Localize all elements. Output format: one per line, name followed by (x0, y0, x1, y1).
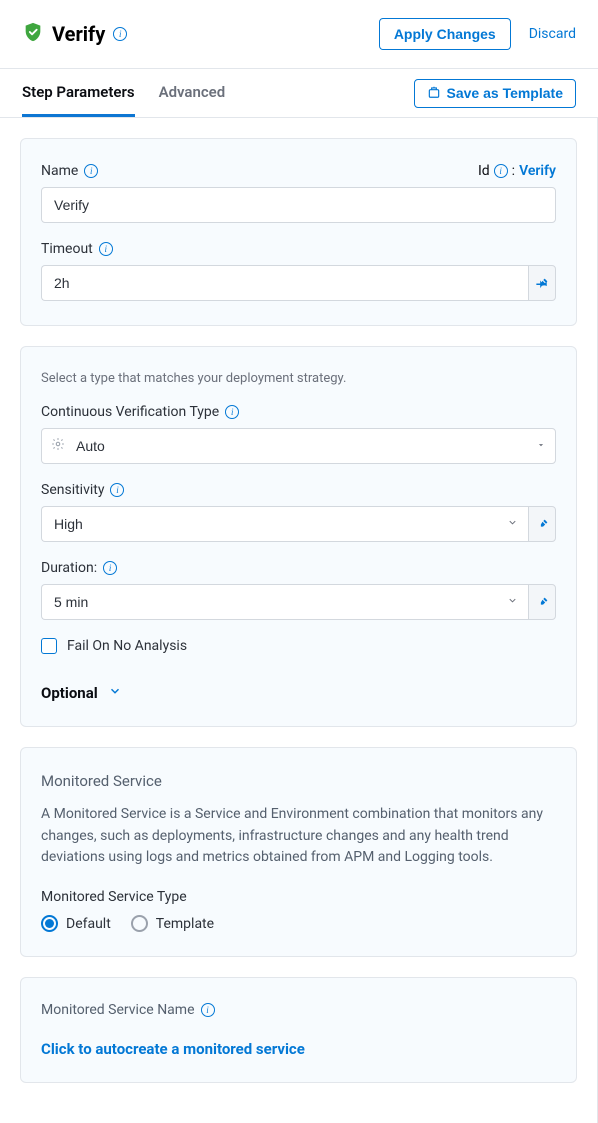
card-monitored-service-name: Monitored Service Name i Click to autocr… (20, 977, 577, 1083)
radio-default-label: Default (66, 916, 111, 932)
timeout-info-icon[interactable]: i (99, 242, 113, 256)
cvtype-label-text: Continuous Verification Type (41, 404, 219, 420)
tab-step-parameters[interactable]: Step Parameters (22, 69, 135, 117)
timeout-input[interactable] (41, 265, 528, 301)
timeout-pin-button[interactable] (528, 265, 556, 301)
gear-icon (51, 437, 65, 455)
cvtype-value[interactable] (41, 428, 556, 464)
id-label-text: Id (478, 163, 490, 179)
card-verification: Select a type that matches your deployme… (20, 346, 577, 727)
save-as-template-button[interactable]: Save as Template (414, 79, 576, 108)
fail-on-no-analysis-label: Fail On No Analysis (67, 638, 187, 654)
id-block: Id i : Verify (478, 163, 556, 179)
sensitivity-select[interactable] (41, 506, 528, 542)
name-label-text: Name (41, 163, 78, 179)
tabs-row: Step Parameters Advanced Save as Templat… (0, 69, 598, 118)
sensitivity-info-icon[interactable]: i (110, 483, 124, 497)
apply-changes-button[interactable]: Apply Changes (379, 18, 511, 50)
sensitivity-label: Sensitivity i (41, 482, 556, 498)
id-separator: : (512, 163, 515, 179)
monitored-service-heading: Monitored Service (41, 772, 556, 790)
name-input[interactable] (41, 187, 556, 223)
title-info-icon[interactable]: i (113, 27, 127, 41)
optional-toggle[interactable]: Optional (41, 684, 556, 702)
timeout-label-text: Timeout (41, 241, 93, 257)
monitored-service-name-info-icon[interactable]: i (201, 1003, 215, 1017)
radio-default[interactable]: Default (41, 915, 111, 932)
fail-on-no-analysis-row: Fail On No Analysis (41, 638, 556, 654)
name-label: Name i (41, 163, 98, 179)
header-left: Verify i (22, 21, 127, 47)
tab-advanced[interactable]: Advanced (159, 69, 226, 117)
sensitivity-label-text: Sensitivity (41, 482, 104, 498)
name-info-icon[interactable]: i (84, 164, 98, 178)
discard-link[interactable]: Discard (529, 26, 576, 42)
sensitivity-pin-button[interactable] (528, 506, 556, 542)
content-area: Name i Id i : Verify Timeout i (0, 118, 598, 1123)
monitored-service-name-label: Monitored Service Name i (41, 1002, 556, 1018)
id-info-icon[interactable]: i (494, 164, 508, 178)
verification-hint: Select a type that matches your deployme… (41, 371, 556, 386)
radio-template-label: Template (156, 916, 214, 932)
autocreate-monitored-service-link[interactable]: Click to autocreate a monitored service (41, 1040, 305, 1058)
card-basic: Name i Id i : Verify Timeout i (20, 138, 577, 326)
tabs: Step Parameters Advanced (22, 69, 225, 117)
chevron-down-icon (108, 684, 122, 702)
duration-label: Duration: i (41, 560, 556, 576)
save-as-template-label: Save as Template (447, 85, 563, 101)
monitored-service-type-label: Monitored Service Type (41, 889, 556, 905)
header-actions: Apply Changes Discard (379, 18, 576, 50)
radio-template[interactable]: Template (131, 915, 214, 932)
optional-label: Optional (41, 684, 98, 702)
verify-shield-icon (22, 21, 44, 47)
cvtype-info-icon[interactable]: i (225, 405, 239, 419)
template-icon (427, 85, 441, 102)
monitored-service-desc: A Monitored Service is a Service and Env… (41, 804, 556, 869)
duration-select[interactable] (41, 584, 528, 620)
card-monitored-service: Monitored Service A Monitored Service is… (20, 747, 577, 957)
duration-label-text: Duration: (41, 560, 97, 576)
duration-info-icon[interactable]: i (103, 561, 117, 575)
timeout-label: Timeout i (41, 241, 556, 257)
fail-on-no-analysis-checkbox[interactable] (41, 638, 57, 654)
duration-pin-button[interactable] (528, 584, 556, 620)
cvtype-select[interactable] (41, 428, 556, 464)
page-header: Verify i Apply Changes Discard (0, 0, 598, 69)
cvtype-label: Continuous Verification Type i (41, 404, 556, 420)
page-title: Verify (52, 22, 105, 46)
monitored-service-name-text: Monitored Service Name (41, 1002, 195, 1018)
id-value-link[interactable]: Verify (519, 163, 556, 179)
monitored-service-type-radios: Default Template (41, 915, 556, 932)
